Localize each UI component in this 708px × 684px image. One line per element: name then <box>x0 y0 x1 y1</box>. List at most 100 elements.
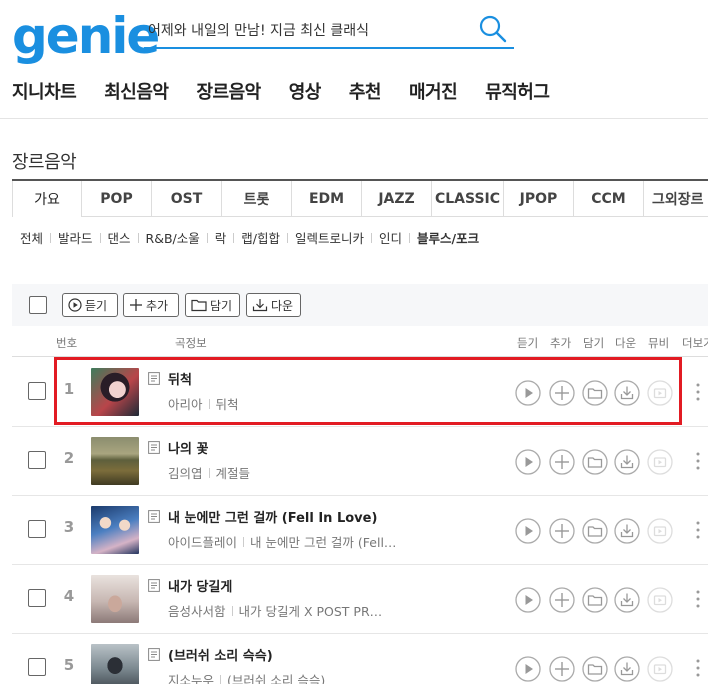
tab-ost[interactable]: OST <box>152 181 222 217</box>
add-icon[interactable] <box>549 587 575 613</box>
album-name[interactable]: 계절들 <box>216 463 251 482</box>
artist-name[interactable]: 김의엽 <box>168 463 203 482</box>
subgenre-electronica[interactable]: 일렉트로니카 <box>295 228 364 247</box>
genie-logo[interactable]: genie <box>12 8 160 64</box>
album-name[interactable]: 내 눈에만 그런 걸까 (Fell… <box>250 532 396 551</box>
nav-item-video[interactable]: 영상 <box>289 78 322 104</box>
album-thumbnail[interactable] <box>91 368 139 416</box>
lyrics-icon[interactable] <box>148 510 160 523</box>
album-thumbnail[interactable] <box>91 506 139 554</box>
artist-name[interactable]: 지소누우 <box>168 670 214 684</box>
album-name[interactable]: (브러쉬 소리 슥슥) <box>227 670 325 684</box>
save-folder-icon[interactable] <box>582 380 608 406</box>
nav-item-magazine[interactable]: 매거진 <box>409 78 458 104</box>
subgenre-dance[interactable]: 댄스 <box>108 228 131 247</box>
album-thumbnail[interactable] <box>91 437 139 485</box>
tab-jpop[interactable]: JPOP <box>504 181 574 217</box>
album-name[interactable]: 내가 당길게 X POST PR… <box>239 601 383 620</box>
tab-edm[interactable]: EDM <box>292 181 362 217</box>
subgenre-all[interactable]: 전체 <box>20 228 43 247</box>
subgenre-hiphop[interactable]: 랩/힙합 <box>241 228 280 247</box>
music-video-icon <box>647 656 673 682</box>
lyrics-icon[interactable] <box>148 372 160 385</box>
play-icon[interactable] <box>515 656 541 682</box>
song-row-4: 4 내가 당길게 음성사서함 내가 당길게 X POST PR… <box>12 565 708 634</box>
music-video-icon <box>647 449 673 475</box>
artist-name[interactable]: 아리아 <box>168 394 203 413</box>
lyrics-icon[interactable] <box>148 441 160 454</box>
artist-name[interactable]: 아이드플레이 <box>168 532 237 551</box>
album-thumbnail[interactable] <box>91 644 139 684</box>
tab-other-genres[interactable]: 그외장르 <box>644 181 708 217</box>
play-icon[interactable] <box>515 518 541 544</box>
more-options-icon[interactable] <box>694 520 702 540</box>
album-name[interactable]: 뒤척 <box>216 394 239 413</box>
save-folder-icon[interactable] <box>582 449 608 475</box>
tab-trot[interactable]: 트롯 <box>222 181 292 217</box>
column-info: 곡정보 <box>175 336 207 350</box>
play-icon[interactable] <box>515 587 541 613</box>
add-button[interactable]: 추가 <box>123 293 179 317</box>
more-options-icon[interactable] <box>694 589 702 609</box>
subgenre-indie[interactable]: 인디 <box>379 228 402 247</box>
add-icon[interactable] <box>549 449 575 475</box>
song-title[interactable]: (브러쉬 소리 슥슥) <box>168 645 273 664</box>
song-checkbox[interactable] <box>28 658 46 676</box>
lyrics-icon[interactable] <box>148 648 160 661</box>
tab-classic[interactable]: CLASSIC <box>432 181 504 217</box>
download-icon[interactable] <box>614 587 640 613</box>
search-input[interactable] <box>148 16 468 44</box>
nav-item-genre[interactable]: 장르음악 <box>197 78 262 104</box>
column-mv: 뮤비 <box>648 336 670 350</box>
download-icon[interactable] <box>614 518 640 544</box>
tab-ccm[interactable]: CCM <box>574 181 644 217</box>
subgenre-rnb[interactable]: R&B/소울 <box>146 228 200 247</box>
song-title[interactable]: 나의 꽃 <box>168 438 208 457</box>
more-options-icon[interactable] <box>694 451 702 471</box>
tab-kpop[interactable]: 가요 <box>12 181 82 217</box>
nav-item-musichug[interactable]: 뮤직허그 <box>485 78 550 104</box>
song-meta: 아리아 뒤척 <box>168 394 239 413</box>
artist-name[interactable]: 음성사서함 <box>168 601 226 620</box>
song-title[interactable]: 뒤척 <box>168 369 192 388</box>
save-folder-icon[interactable] <box>582 518 608 544</box>
listen-button[interactable]: 듣기 <box>62 293 118 317</box>
tab-pop[interactable]: POP <box>82 181 152 217</box>
nav-item-chart[interactable]: 지니차트 <box>12 78 77 104</box>
more-options-icon[interactable] <box>694 658 702 678</box>
divider <box>243 536 245 547</box>
download-button[interactable]: 다운 <box>246 293 301 317</box>
song-checkbox[interactable] <box>28 451 46 469</box>
save-folder-icon[interactable] <box>582 656 608 682</box>
nav-item-latest[interactable]: 최신음악 <box>104 78 169 104</box>
song-checkbox[interactable] <box>28 382 46 400</box>
search-icon[interactable] <box>478 14 508 44</box>
play-icon[interactable] <box>515 380 541 406</box>
lyrics-icon[interactable] <box>148 579 160 592</box>
song-meta: 음성사서함 내가 당길게 X POST PR… <box>168 601 382 620</box>
album-thumbnail[interactable] <box>91 575 139 623</box>
song-checkbox[interactable] <box>28 520 46 538</box>
divider <box>287 232 289 243</box>
subgenre-blues-folk[interactable]: 블루스/포크 <box>417 228 479 247</box>
save-folder-icon[interactable] <box>582 587 608 613</box>
tab-jazz[interactable]: JAZZ <box>362 181 432 217</box>
song-title[interactable]: 내 눈에만 그런 걸까 (Fell In Love) <box>168 507 377 526</box>
download-icon[interactable] <box>614 449 640 475</box>
song-title[interactable]: 내가 당길게 <box>168 576 232 595</box>
add-icon[interactable] <box>549 380 575 406</box>
subgenre-rock[interactable]: 락 <box>215 228 227 247</box>
download-icon[interactable] <box>614 656 640 682</box>
play-icon[interactable] <box>515 449 541 475</box>
add-icon[interactable] <box>549 656 575 682</box>
more-options-icon[interactable] <box>694 382 702 402</box>
add-icon[interactable] <box>549 518 575 544</box>
nav-item-recommend[interactable]: 추천 <box>349 78 382 104</box>
music-video-icon <box>647 380 673 406</box>
subgenre-ballad[interactable]: 발라드 <box>58 228 93 247</box>
download-icon[interactable] <box>614 380 640 406</box>
genre-tabs: 가요 POP OST 트롯 EDM JAZZ CLASSIC JPOP CCM … <box>12 179 708 217</box>
song-checkbox[interactable] <box>28 589 46 607</box>
select-all-checkbox[interactable] <box>29 296 47 314</box>
save-button[interactable]: 담기 <box>185 293 240 317</box>
